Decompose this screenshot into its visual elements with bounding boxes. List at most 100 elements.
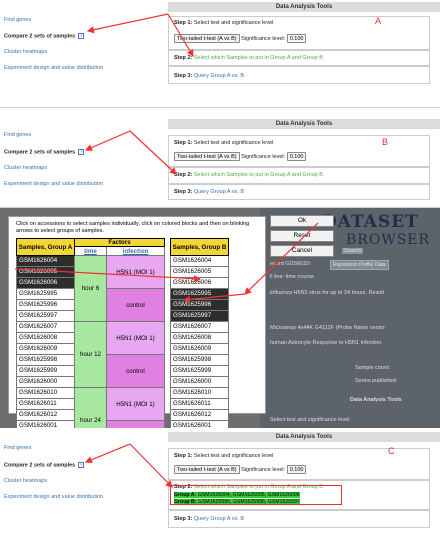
sidebar-item-cluster[interactable]: Cluster heatmaps	[4, 49, 47, 55]
group-b-sample[interactable]: GSM1626001	[170, 420, 229, 428]
help-icon[interactable]: ?	[78, 33, 85, 39]
group-b-sample[interactable]: GSM1625999	[170, 365, 229, 377]
sidebar: Find genes Compare 2 sets of samples? Cl…	[0, 428, 140, 548]
step2-prefix: Step 2:	[174, 55, 193, 61]
sidebar-item-cluster[interactable]: Cluster heatmaps	[4, 165, 47, 171]
bg-line-1: ll line: time course	[270, 274, 315, 280]
group-b-sample[interactable]: GSM1626007	[170, 321, 229, 333]
sidebar-item-experiment[interactable]: Experiment design and value distribution	[4, 494, 103, 500]
header-factors: Factors	[74, 238, 165, 247]
group-b-sample[interactable]: GSM1626010	[170, 387, 229, 399]
group-a-sample[interactable]: GSM1626008	[16, 332, 75, 344]
step2-prefix: Step 2:	[174, 172, 193, 178]
step3-line: Step 3: Query Group A vs. B	[174, 189, 244, 195]
significance-select[interactable]: 0.100	[286, 465, 307, 474]
subheader-infection[interactable]: infection	[106, 246, 165, 256]
time-block[interactable]: hour 12	[74, 321, 107, 388]
group-b-sample[interactable]: GSM1625995	[170, 288, 229, 300]
step3-line: Step 3: Query Group A vs. B	[174, 516, 244, 522]
search-button[interactable]: Search	[342, 248, 364, 254]
reset-button[interactable]: Reset	[270, 230, 334, 242]
group-a-sample[interactable]: GSM1625995	[16, 288, 75, 300]
test-select[interactable]: Two-tailed t-test (A vs B)	[174, 465, 240, 474]
step3-prefix: Step 3:	[174, 189, 193, 195]
significance-select[interactable]: 0.100	[286, 34, 307, 43]
group-a-sample[interactable]: GSM1625999	[16, 365, 75, 377]
label-c: C	[388, 446, 395, 456]
group-b-sample[interactable]: GSM1626000	[170, 376, 229, 388]
subheader-time[interactable]: time	[74, 246, 107, 256]
sidebar-item-label: Compare 2 sets of samples	[4, 462, 76, 469]
group-b-sample[interactable]: GSM1626012	[170, 409, 229, 421]
group-a-sample[interactable]: GSM1626012	[16, 409, 75, 421]
infection-block[interactable]: control	[106, 354, 165, 388]
group-b-sample[interactable]: GSM1626011	[170, 398, 229, 410]
time-block[interactable]: hour 24	[74, 387, 107, 428]
bg-line-3: Microarray 4x44K G4112F (Probe Name vers…	[270, 325, 385, 331]
test-select[interactable]: Two-tailed t-test (A vs B)	[174, 34, 240, 43]
sample-row: GSM1626004 hour 6 H5N1 (MOI 1) GSM1626004	[16, 255, 229, 322]
step3-link[interactable]: Query Group A vs. B	[194, 516, 244, 522]
browser-banner: BROWSER	[346, 232, 431, 248]
cancel-button[interactable]: Cancel	[270, 245, 334, 257]
infection-block[interactable]: control	[106, 420, 165, 428]
group-a-sample[interactable]: GSM1626010	[16, 387, 75, 399]
bg-line-2: influenza H5N1 virus for up to 24 hours.…	[270, 290, 385, 296]
infection-block[interactable]: H5N1 (MOI 1)	[106, 321, 165, 355]
group-a-sample[interactable]: GSM1626011	[16, 398, 75, 410]
infection-block[interactable]: H5N1 (MOI 1)	[106, 255, 165, 289]
help-icon[interactable]: ?	[78, 462, 85, 468]
group-b-sample[interactable]: GSM1626006	[170, 277, 229, 289]
step3-link[interactable]: Query Group A vs. B	[194, 189, 244, 195]
step2-link[interactable]: Select which Samples to put in Group A a…	[194, 172, 323, 178]
tools-header: Data Analysis Tools	[168, 432, 440, 442]
series-published-label: Series published:	[355, 378, 398, 384]
step3-line: Step 3: Query Group A vs. B	[174, 73, 244, 79]
significance-select[interactable]: 0.100	[286, 152, 307, 161]
sample-count-label: Sample count:	[355, 365, 391, 371]
step3-link[interactable]: Query Group A vs. B	[194, 73, 244, 79]
help-icon[interactable]: ?	[78, 149, 85, 155]
sidebar-item-find-genes[interactable]: Find genes	[4, 445, 31, 451]
group-b-sample[interactable]: GSM1626005	[170, 266, 229, 278]
infection-block[interactable]: H5N1 (MOI 1)	[106, 387, 165, 421]
group-a-sample[interactable]: GSM1625996	[16, 299, 75, 311]
sidebar-item-find-genes[interactable]: Find genes	[4, 132, 31, 138]
group-b-sample[interactable]: GSM1625997	[170, 310, 229, 322]
group-a-sample[interactable]: GSM1626005	[16, 266, 75, 278]
group-a-sample[interactable]: GSM1626006	[16, 277, 75, 289]
group-a-sample[interactable]: GSM1626001	[16, 420, 75, 428]
sidebar-item-experiment[interactable]: Experiment design and value distribution	[4, 181, 103, 187]
panel-a: Find genes Compare 2 sets of samples? Cl…	[0, 0, 440, 108]
significance-label: Significance level:	[241, 467, 286, 473]
sidebar-item-compare[interactable]: Compare 2 sets of samples?	[4, 149, 85, 155]
sidebar-item-find-genes[interactable]: Find genes	[4, 17, 31, 23]
sidebar-item-experiment[interactable]: Experiment design and value distribution	[4, 65, 103, 71]
sidebar-item-cluster[interactable]: Cluster heatmaps	[4, 478, 47, 484]
sidebar-item-compare[interactable]: Compare 2 sets of samples?	[4, 33, 85, 39]
group-b-sample[interactable]: GSM1626008	[170, 332, 229, 344]
step3-prefix: Step 3:	[174, 73, 193, 79]
tab-data[interactable]: Data	[372, 260, 389, 270]
group-a-sample[interactable]: GSM1626004	[16, 255, 75, 267]
step2-link[interactable]: Select which Samples to put in Group A a…	[194, 55, 323, 61]
group-a-sample[interactable]: GSM1625998	[16, 354, 75, 366]
group-a-sample[interactable]: GSM1625997	[16, 310, 75, 322]
group-a-sample[interactable]: GSM1626009	[16, 343, 75, 355]
infection-block[interactable]: control	[106, 288, 165, 322]
group-b-sample[interactable]: GSM1626009	[170, 343, 229, 355]
time-block[interactable]: hour 6	[74, 255, 107, 322]
step2-line: Step 2: Select which Samples to put in G…	[174, 55, 323, 61]
test-select[interactable]: Two-tailed t-test (A vs B)	[174, 152, 240, 161]
group-a-sample[interactable]: GSM1626007	[16, 321, 75, 333]
sidebar-item-compare[interactable]: Compare 2 sets of samples?	[4, 462, 85, 469]
group-b-sample[interactable]: GSM1626004	[170, 255, 229, 267]
ok-button[interactable]: Ok	[270, 215, 334, 227]
group-b-sample[interactable]: GSM1625998	[170, 354, 229, 366]
step1-prefix: Step 1:	[174, 453, 193, 459]
group-a-sample[interactable]: GSM1626000	[16, 376, 75, 388]
step1-line: Step 1: Select test and significance lev…	[174, 20, 273, 26]
sample-row: GSM1626010 hour 24 H5N1 (MOI 1) GSM1626010	[16, 387, 229, 428]
group-b-sample[interactable]: GSM1625996	[170, 299, 229, 311]
significance-label: Significance level:	[241, 154, 286, 160]
